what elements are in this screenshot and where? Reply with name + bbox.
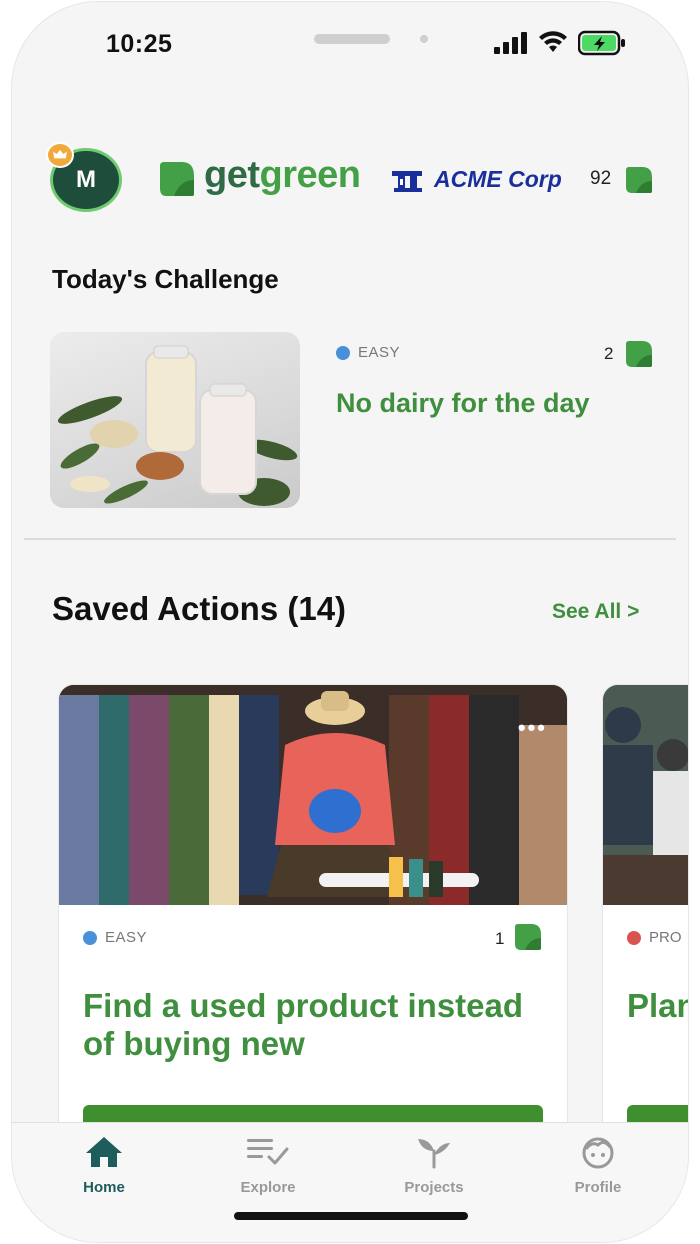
milk-bottles-photo (57, 345, 298, 506)
crown-icon (46, 142, 74, 168)
challenge-image (50, 332, 300, 508)
status-bar: 10:25 (12, 2, 688, 86)
bottom-tab-bar: Home Explore Projects Profile (12, 1122, 688, 1242)
tab-projects[interactable]: Projects (374, 1135, 494, 1205)
more-horizontal-icon[interactable]: ••• (518, 715, 547, 741)
difficulty-dot-icon (627, 931, 641, 946)
tab-label: Projects (404, 1179, 464, 1196)
action-difficulty: PRO (627, 929, 682, 946)
tab-explore[interactable]: Explore (208, 1135, 328, 1205)
saved-action-card-next[interactable]: PRO Plan a hom (602, 684, 688, 1144)
difficulty-label: PRO (649, 929, 682, 946)
wifi-icon (539, 31, 567, 52)
getgreen-leaf-icon (160, 162, 194, 196)
difficulty-dot-icon (336, 346, 350, 361)
tab-profile[interactable]: Profile (538, 1135, 658, 1205)
avatar[interactable]: M (46, 142, 124, 212)
thrift-store-clothes-photo (59, 685, 567, 905)
points-count: 92 (590, 168, 612, 189)
getgreen-logo: getgreen (204, 154, 361, 197)
saved-actions-heading: Saved Actions (14) (52, 590, 347, 627)
leaf-icon (515, 924, 541, 950)
battery-charging-icon (578, 30, 625, 56)
section-divider (24, 538, 676, 540)
status-time: 10:25 (106, 30, 173, 58)
action-difficulty: EASY (83, 929, 147, 946)
partner-name: ACME Corp (434, 166, 562, 192)
hikers-photo-art (603, 685, 688, 905)
face-icon (582, 1137, 614, 1169)
difficulty-label: EASY (358, 344, 401, 361)
action-points: 1 (495, 929, 505, 948)
action-title[interactable]: Plan a hom (627, 987, 688, 1025)
hikers-outdoors-photo (603, 685, 688, 905)
list-check-icon (247, 1139, 289, 1165)
todays-challenge-heading: Today's Challenge (52, 264, 279, 294)
difficulty-label: EASY (105, 929, 148, 946)
tab-home[interactable]: Home (44, 1135, 164, 1205)
notch-speaker (314, 34, 390, 44)
tab-label: Profile (574, 1179, 622, 1196)
difficulty-dot-icon (83, 931, 97, 946)
leaf-icon (626, 167, 652, 193)
home-icon (86, 1137, 122, 1167)
cellular-signal-icon (494, 32, 527, 54)
action-image: ••• (59, 685, 567, 905)
todays-challenge-card[interactable]: EASY 2 No dairy for the day (50, 332, 652, 510)
action-title[interactable]: Find a used product instead of buying ne… (83, 987, 553, 1063)
acme-logo-icon (392, 171, 422, 192)
tab-label: Home (83, 1179, 125, 1196)
leaf-icon (626, 341, 652, 367)
challenge-difficulty: EASY (336, 344, 400, 361)
tab-label: Explore (240, 1179, 296, 1196)
challenge-points: 2 (604, 344, 614, 363)
app-header: M getgreen ACME Corp 92 (12, 142, 688, 222)
saved-action-card[interactable]: ••• EASY 1 Find a used product instead o… (58, 684, 568, 1144)
logo-text-green: green (259, 154, 361, 196)
logo-text-get: get (204, 154, 260, 196)
challenge-title[interactable]: No dairy for the day (336, 388, 590, 419)
sprout-icon (418, 1139, 450, 1169)
notch-camera (420, 35, 428, 43)
see-all-link[interactable]: See All > (552, 600, 639, 624)
phone-screen: 10:25 M getgreen ACME Corp 92 Today's Ch… (12, 2, 688, 1242)
home-indicator (234, 1212, 468, 1220)
